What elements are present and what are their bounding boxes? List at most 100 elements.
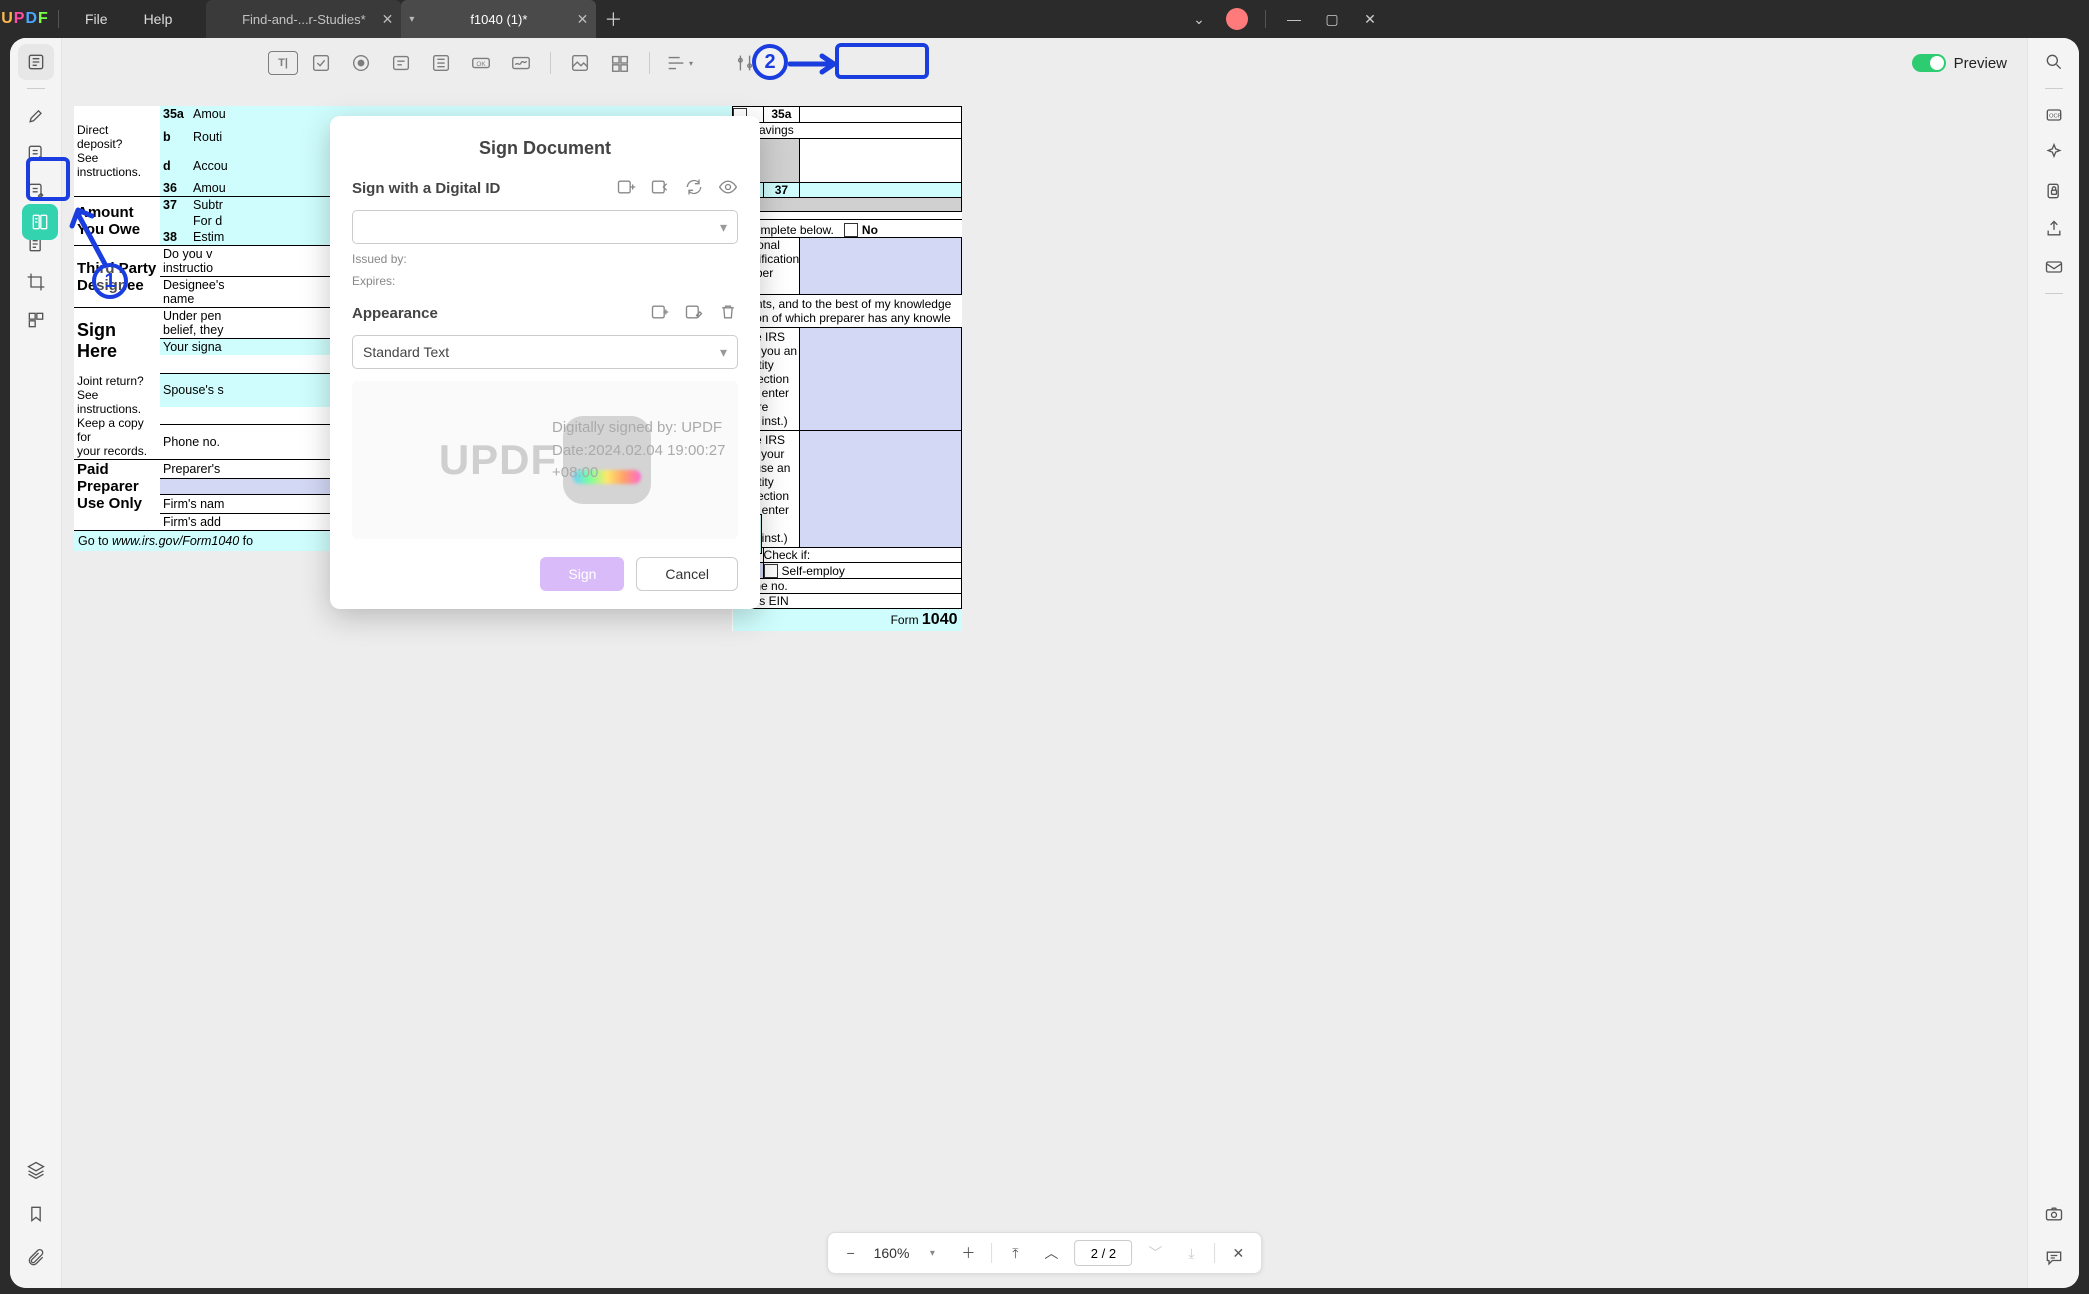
tab-f1040[interactable]: ▾ f1040 (1)* ✕ — [401, 0, 596, 38]
radio-tool[interactable] — [344, 46, 378, 80]
minimize-button[interactable]: — — [1276, 5, 1312, 33]
svg-text:OK: OK — [476, 61, 486, 68]
attachment-icon[interactable] — [18, 1240, 54, 1276]
signature-tool[interactable] — [504, 46, 538, 80]
edit-appearance-icon[interactable] — [684, 302, 704, 325]
page-indicator[interactable]: 2 / 2 — [1074, 1240, 1132, 1266]
checkif-label: Check if: — [763, 548, 961, 563]
comment-icon[interactable] — [2036, 1240, 2072, 1276]
sig-by: Digitally signed by: UPDF — [552, 417, 725, 440]
new-tab-button[interactable]: ＋ — [596, 0, 630, 38]
tab-close-icon[interactable]: ✕ — [577, 11, 589, 28]
appearance-select[interactable]: Standard Text▾ — [352, 335, 738, 369]
menu-file[interactable]: File — [67, 11, 126, 27]
appearance-value: Standard Text — [363, 344, 449, 360]
maximize-button[interactable]: ▢ — [1314, 5, 1350, 33]
camera-icon[interactable] — [2036, 1196, 2072, 1232]
tab-label: Find-and-...r-Studies* — [242, 12, 366, 27]
section-sign-here: Sign Here — [74, 308, 160, 374]
button-tool[interactable]: OK — [464, 46, 498, 80]
line-36-num: 36 — [163, 181, 177, 195]
r37: 37 — [763, 182, 800, 197]
sign-document-dialog: Sign Document Sign with a Digital ID ▾ I… — [330, 116, 760, 609]
share-icon[interactable] — [2036, 211, 2072, 247]
search-icon[interactable] — [2036, 44, 2072, 80]
close-bar-icon[interactable]: ✕ — [1225, 1240, 1251, 1266]
layers-icon[interactable] — [18, 1152, 54, 1188]
checkbox-tool[interactable] — [304, 46, 338, 80]
callout-2: 2 — [752, 44, 788, 80]
direct-deposit-note: Direct deposit? See instructions. — [74, 122, 160, 180]
form-fields-active-icon[interactable] — [22, 204, 58, 240]
bookmark-icon[interactable] — [18, 1196, 54, 1232]
close-button[interactable]: ✕ — [1352, 5, 1388, 33]
dropdown-icon[interactable]: ⌄ — [1181, 5, 1217, 33]
callout-box-1 — [26, 157, 70, 201]
divider — [58, 10, 59, 28]
goto-prefix: Go to — [78, 534, 112, 548]
line-d-num: d — [163, 159, 171, 173]
organize-icon[interactable] — [18, 302, 54, 338]
tab-close-icon[interactable]: ✕ — [382, 11, 394, 28]
right-sidebar: OCR — [2027, 38, 2079, 1288]
prev-page-icon[interactable]: ︿ — [1038, 1240, 1064, 1266]
import-id-icon[interactable] — [650, 177, 670, 200]
goto-url: www.irs.gov/Form1040 — [112, 534, 239, 548]
form-page-right: 35a Savings 37 s. Complete below. No Per… — [732, 106, 962, 631]
zoom-in-icon[interactable]: ＋ — [955, 1240, 981, 1266]
ghost-text: UPDF — [439, 436, 557, 484]
date-field-tool[interactable] — [603, 46, 637, 80]
tab-dropdown-icon[interactable]: ▾ — [409, 14, 414, 25]
toggle-switch-icon[interactable] — [1912, 54, 1946, 72]
digital-id-select[interactable]: ▾ — [352, 210, 738, 244]
preview-toggle[interactable]: Preview — [1902, 50, 2017, 76]
last-page-icon[interactable]: ⤓ — [1178, 1240, 1204, 1266]
email-icon[interactable] — [2036, 249, 2072, 285]
menu-help[interactable]: Help — [126, 11, 191, 27]
expires: Expires: — [352, 274, 738, 288]
protect-icon[interactable] — [2036, 173, 2072, 209]
callout-1: 1 — [92, 263, 128, 299]
form-toolbar: T| OK ▾ Preview — [62, 38, 2027, 88]
dialog-title: Sign Document — [352, 138, 738, 159]
highlight-icon[interactable] — [18, 97, 54, 133]
refresh-icon[interactable] — [684, 177, 704, 200]
no-label: No — [862, 223, 878, 237]
listbox-tool[interactable] — [424, 46, 458, 80]
user-avatar[interactable] — [1219, 5, 1255, 33]
right-rail-bottom — [2036, 1196, 2072, 1276]
window-controls: ⌄ — ▢ ✕ — [1181, 5, 1394, 33]
tab-find-and[interactable]: Find-and-...r-Studies* ✕ — [206, 0, 401, 38]
updf-logo: UPDF — [0, 10, 50, 28]
issued-by: Issued by: — [352, 252, 738, 266]
align-tool[interactable]: ▾ — [662, 46, 696, 80]
text-field-tool[interactable]: T| — [268, 51, 298, 75]
next-page-icon[interactable]: ﹀ — [1142, 1240, 1168, 1266]
image-field-tool[interactable] — [563, 46, 597, 80]
reader-mode-icon[interactable] — [18, 44, 54, 80]
new-appearance-icon[interactable] — [650, 302, 670, 325]
line-38-num: 38 — [163, 230, 177, 244]
left-rail-bottom — [18, 1152, 54, 1276]
cancel-button[interactable]: Cancel — [636, 557, 738, 591]
separator — [991, 1243, 992, 1263]
zoom-value[interactable]: 160% — [874, 1245, 910, 1261]
zoom-dropdown-icon[interactable]: ▾ — [919, 1240, 945, 1266]
zoom-out-icon[interactable]: − — [838, 1240, 864, 1266]
add-id-icon[interactable] — [616, 177, 636, 200]
ocr-icon[interactable]: OCR — [2036, 97, 2072, 133]
titlebar: UPDF File Help Find-and-...r-Studies* ✕ … — [0, 0, 1394, 38]
callout-box-2 — [835, 43, 929, 79]
ai-icon[interactable] — [2036, 135, 2072, 171]
delete-appearance-icon[interactable] — [718, 302, 738, 325]
ein-label: Firm's EIN — [733, 594, 962, 609]
crop-icon[interactable] — [18, 264, 54, 300]
first-page-icon[interactable]: ⤒ — [1002, 1240, 1028, 1266]
self-employ: Self-employ — [782, 564, 845, 578]
dropdown-tool[interactable] — [384, 46, 418, 80]
view-id-icon[interactable] — [718, 177, 738, 200]
goto-tail: fo — [239, 534, 253, 548]
sign-button[interactable]: Sign — [540, 557, 624, 591]
workspace: T| OK ▾ Preview 35aAmou — [10, 38, 2079, 1288]
separator — [649, 52, 650, 74]
